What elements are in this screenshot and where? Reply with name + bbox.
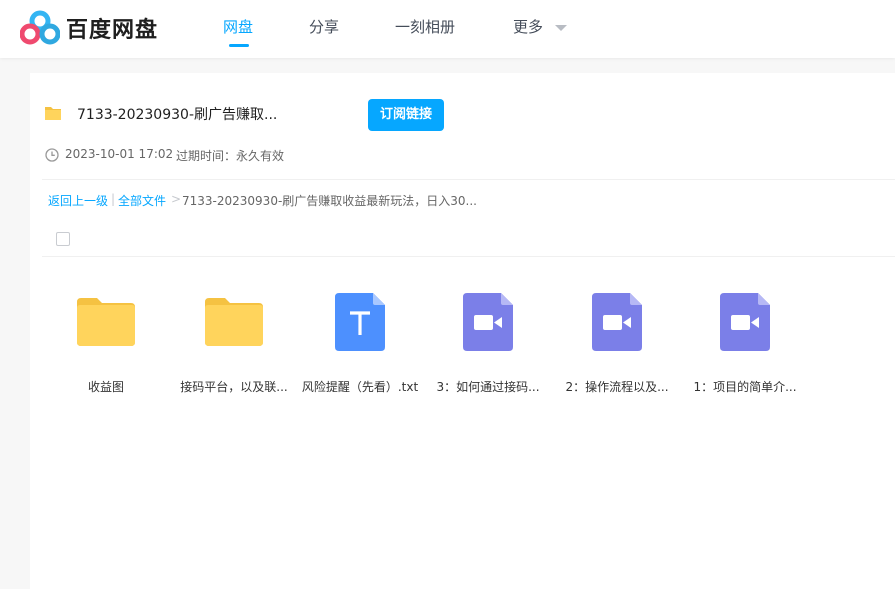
share-time: 2023-10-01 17:02 [65, 147, 174, 161]
folder-icon [77, 298, 135, 346]
file-name: 3：如何通过接码... [436, 380, 540, 394]
file-name: 2：操作流程以及... [565, 380, 669, 394]
logo-text[interactable]: 百度网盘 [66, 12, 158, 44]
folder-icon [45, 107, 61, 120]
expire-time: 过期时间：永久有效 [176, 149, 285, 163]
file-name: 收益图 [87, 380, 124, 394]
file-name: 1：项目的简单介... [693, 380, 797, 394]
share-title: 7133-20230930-刷广告赚取... [77, 107, 278, 123]
top-header: 百度网盘 网盘 分享 一刻相册 更多 [0, 0, 895, 58]
file-item[interactable]: 接码平台，以及联... [174, 287, 294, 397]
nav-active-indicator [229, 44, 249, 47]
txt-file-icon [335, 293, 385, 351]
file-item[interactable]: 1：项目的简单介... [685, 287, 805, 397]
video-file-icon [720, 293, 770, 351]
file-name: 接码平台，以及联... [180, 380, 288, 394]
breadcrumb-separator: | [111, 192, 116, 206]
breadcrumb-back-link[interactable]: 返回上一级 [48, 192, 108, 209]
file-item[interactable]: 收益图 [46, 287, 166, 397]
baidu-netdisk-logo-icon[interactable] [20, 10, 60, 46]
divider [42, 256, 895, 257]
breadcrumb-current: 7133-20230930-刷广告赚取收益最新玩法，日入30... [182, 194, 477, 208]
file-name: 风险提醒（先看）.txt [301, 380, 419, 394]
subscribe-link-button[interactable]: 订阅链接 [368, 99, 444, 131]
nav-album[interactable]: 一刻相册 [395, 16, 455, 37]
divider [42, 179, 895, 180]
chevron-down-icon[interactable] [555, 25, 567, 31]
nav-more[interactable]: 更多 [513, 16, 543, 37]
breadcrumb-all-files-link[interactable]: 全部文件 [118, 192, 166, 209]
clock-icon [45, 148, 59, 162]
file-item[interactable]: 2：操作流程以及... [557, 287, 677, 397]
video-file-icon [463, 293, 513, 351]
breadcrumb-separator: > [171, 192, 182, 206]
nav-netdisk[interactable]: 网盘 [223, 16, 253, 37]
folder-icon [205, 298, 263, 346]
file-item[interactable]: 风险提醒（先看）.txt [300, 287, 420, 397]
file-item[interactable]: 3：如何通过接码... [428, 287, 548, 397]
select-all-checkbox[interactable] [56, 232, 70, 246]
video-file-icon [592, 293, 642, 351]
share-panel: 7133-20230930-刷广告赚取... 订阅链接 2023-10-01 1… [30, 73, 895, 589]
nav-share[interactable]: 分享 [309, 16, 339, 37]
